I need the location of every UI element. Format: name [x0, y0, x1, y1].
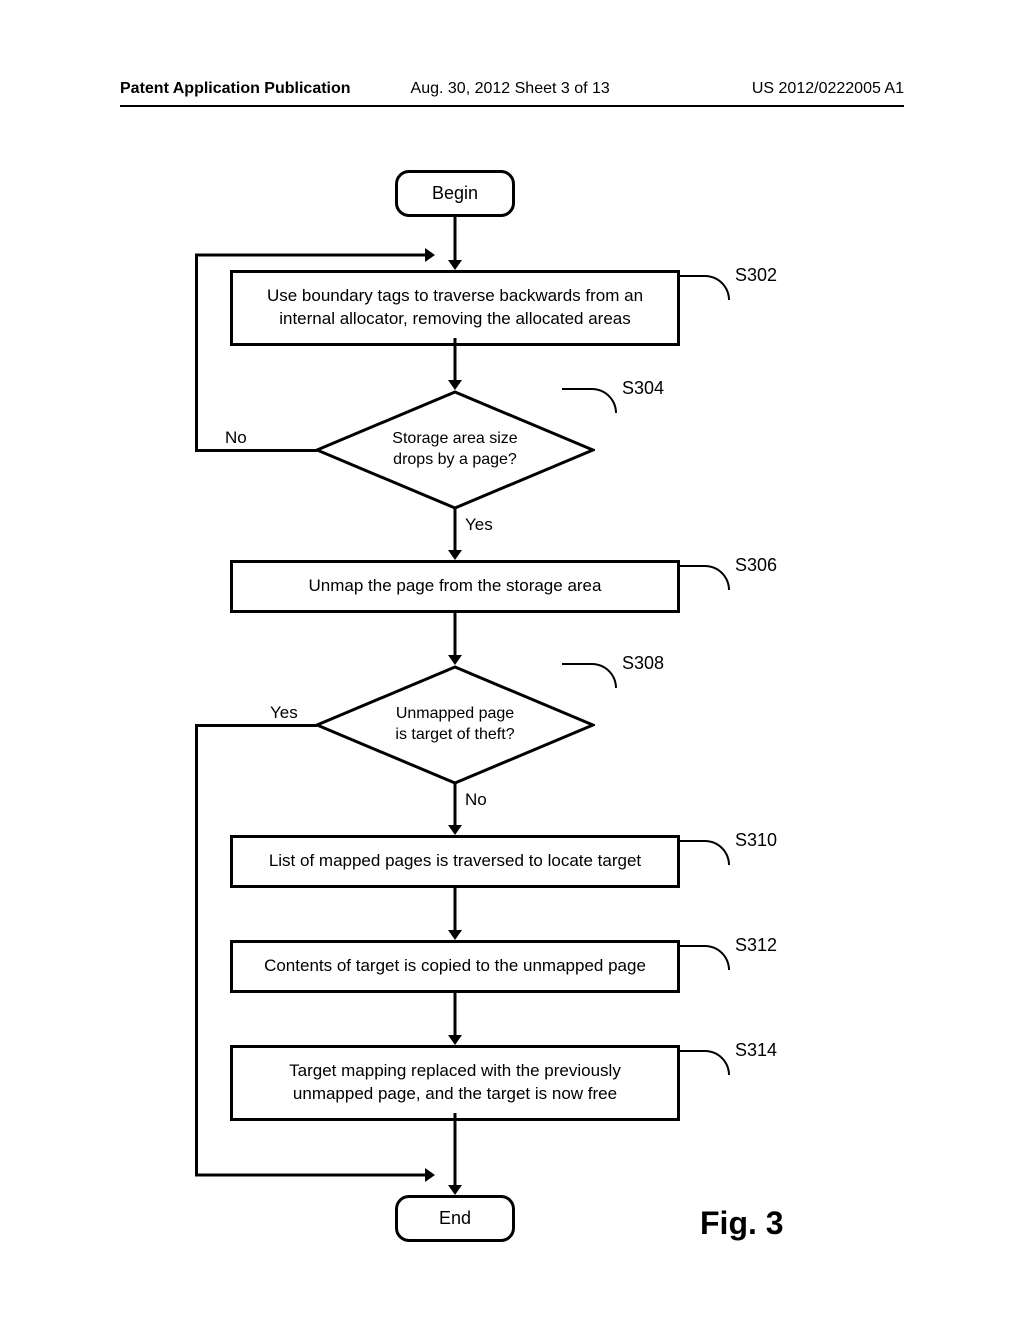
- begin-terminal: Begin: [395, 170, 515, 217]
- label-s306: S306: [735, 555, 777, 576]
- s306-text: Unmap the page from the storage area: [309, 576, 602, 595]
- arrow-s312-s314: [448, 990, 462, 1045]
- leader-s314: [680, 1050, 730, 1075]
- leader-s304: [562, 388, 617, 413]
- s308-yes-v: [195, 724, 198, 1175]
- process-s314: Target mapping replaced with the previou…: [230, 1045, 680, 1121]
- header-pubnum: US 2012/0222005 A1: [752, 80, 904, 98]
- decision-s308: Unmapped page is target of theft?: [315, 665, 595, 785]
- s310-text: List of mapped pages is traversed to loc…: [269, 851, 641, 870]
- decision-s304: Storage area size drops by a page?: [315, 390, 595, 510]
- begin-label: Begin: [432, 183, 478, 203]
- s308-text: Unmapped page is target of theft?: [395, 704, 514, 746]
- process-s310: List of mapped pages is traversed to loc…: [230, 835, 680, 888]
- process-s302: Use boundary tags to traverse backwards …: [230, 270, 680, 346]
- leader-s310: [680, 840, 730, 865]
- arrow-s302-s304: [448, 338, 462, 390]
- process-s312: Contents of target is copied to the unma…: [230, 940, 680, 993]
- s308-yes-arrow: [195, 1168, 435, 1182]
- arrow-s308-s310: [448, 783, 462, 835]
- leader-s312: [680, 945, 730, 970]
- process-s306: Unmap the page from the storage area: [230, 560, 680, 613]
- leader-s308: [562, 663, 617, 688]
- label-s312: S312: [735, 935, 777, 956]
- s302-text: Use boundary tags to traverse backwards …: [267, 286, 643, 328]
- arrow-s306-s308: [448, 610, 462, 665]
- header-divider: [120, 105, 904, 107]
- header-publication: Patent Application Publication: [120, 80, 351, 98]
- s304-text: Storage area size drops by a page?: [392, 429, 517, 471]
- arrow-s314-end: [448, 1113, 462, 1195]
- figure-label: Fig. 3: [700, 1205, 784, 1242]
- s304-no-arrow: [195, 248, 435, 262]
- arrow-begin-s302: [448, 214, 462, 270]
- s314-text: Target mapping replaced with the previou…: [289, 1061, 621, 1103]
- label-s310: S310: [735, 830, 777, 851]
- end-terminal: End: [395, 1195, 515, 1242]
- s312-text: Contents of target is copied to the unma…: [264, 956, 646, 975]
- s304-no-label: No: [225, 428, 247, 448]
- end-label: End: [439, 1208, 471, 1228]
- s304-no-v: [195, 255, 198, 452]
- s304-no-h: [195, 449, 317, 452]
- label-s314: S314: [735, 1040, 777, 1061]
- s308-yes-label: Yes: [270, 703, 298, 723]
- label-s304: S304: [622, 378, 664, 399]
- arrow-s310-s312: [448, 885, 462, 940]
- s308-no-label: No: [465, 790, 487, 810]
- label-s302: S302: [735, 265, 777, 286]
- leader-s302: [680, 275, 730, 300]
- arrow-s304-s306: [448, 508, 462, 560]
- label-s308: S308: [622, 653, 664, 674]
- page-header: Patent Application Publication Aug. 30, …: [0, 80, 1024, 98]
- s308-yes-h: [195, 724, 317, 727]
- header-date-sheet: Aug. 30, 2012 Sheet 3 of 13: [411, 80, 610, 98]
- leader-s306: [680, 565, 730, 590]
- s304-yes-label: Yes: [465, 515, 493, 535]
